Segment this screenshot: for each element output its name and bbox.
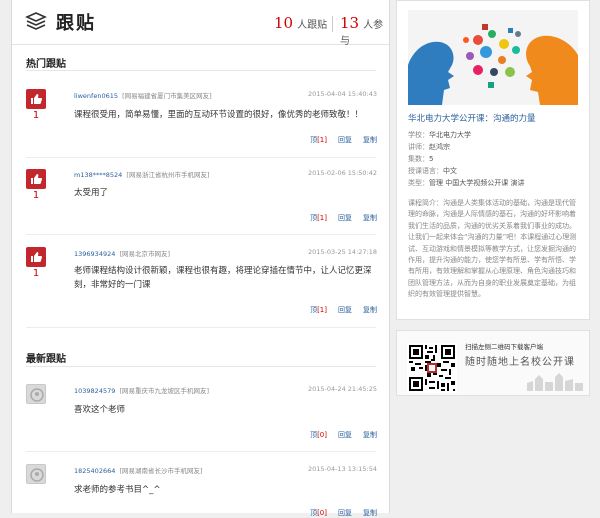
course-title[interactable]: 华北电力大学公开课：沟通的力量 (408, 112, 536, 124)
comment-text: 老师课程结构设计很新颖，课程也很有趣，将理论穿插在情节中，让人记忆更深刻，非常好… (74, 266, 372, 290)
user-avatar-icon (30, 388, 44, 402)
upvote-button[interactable]: 顶[1] (299, 136, 327, 144)
reply-button[interactable]: 回复 (338, 431, 352, 439)
thumbs-up-icon (31, 252, 43, 262)
like-button[interactable] (26, 89, 46, 109)
comment-text: 求老师的参考书目^_^ (74, 485, 161, 495)
app-slogan: 随时随地上名校公开课 (465, 357, 575, 368)
qr-instruction: 扫描左侧二维码下载客户端 (465, 343, 543, 351)
copy-button[interactable]: 复制 (363, 431, 377, 439)
course-info-card: 华北电力大学公开课：沟通的力量 学校：华北电力大学 讲师：赵鸿宗 集数：5 授课… (396, 0, 590, 320)
reply-button[interactable]: 回复 (338, 509, 352, 517)
like-count: 1 (32, 110, 40, 121)
comment-time: 2015-03-25 14:27:18 (307, 248, 377, 256)
course-category: 类型：管理 中国大学视频公开课 演讲 (408, 179, 525, 187)
divider (26, 366, 376, 367)
latest-comment: 1039824579 [网易重庆市九龙坡区手机网友] 2015-04-24 21… (12, 381, 389, 451)
hot-comments-title: 热门跟贴 (26, 59, 66, 70)
copy-button[interactable]: 复制 (363, 136, 377, 144)
user-avatar-icon (30, 468, 44, 482)
divider (332, 16, 333, 32)
upvote-button[interactable]: 顶[1] (299, 214, 327, 222)
comment-time: 2015-02-06 15:50:42 (307, 169, 377, 177)
comment-time: 2015-04-13 13:15:54 (307, 465, 377, 473)
comments-stack-icon (25, 12, 47, 30)
thumbs-up-icon (31, 174, 43, 184)
latest-comments-title: 最新跟贴 (26, 354, 66, 365)
upvote-button[interactable]: 顶[0] (299, 431, 327, 439)
participants-count: 10 人跟贴 (274, 14, 328, 32)
like-count: 1 (32, 268, 40, 279)
course-thumbnail[interactable] (408, 10, 578, 105)
qr-code (407, 343, 457, 393)
comment-actions: 顶[1] 回复 复制 (288, 305, 377, 315)
upvote-button[interactable]: 顶[1] (299, 306, 327, 314)
copy-button[interactable]: 复制 (363, 509, 377, 517)
reply-button[interactable]: 回复 (338, 306, 352, 314)
qr-code-icon (407, 343, 457, 393)
hot-comment: 1 1396934924 [网易北京市网友] 2015-03-25 14:27:… (12, 244, 389, 326)
comments-panel: 跟贴 10 人跟贴 13 人参与 热门跟贴 1 liwenfen0615 [网易福建… (11, 0, 390, 517)
upvote-button[interactable]: 顶[0] (299, 509, 327, 517)
comment-actions: 顶[1] 回复 复制 (288, 213, 377, 223)
comment-actions: 顶[0] 回复 复制 (288, 430, 377, 440)
course-episodes: 集数：5 (408, 155, 434, 163)
course-description: 课程简介：沟通是人类集体活动的基础，沟通是现代管理的命脉，沟通是人际情感的基石，… (408, 199, 577, 299)
comment-user[interactable]: liwenfen0615 [网易福建省厦门市集美区网友] (74, 90, 212, 100)
like-button[interactable] (26, 169, 46, 189)
divider (26, 157, 376, 158)
joined-count: 13 人参与 (340, 14, 384, 47)
page-title: 跟贴 (56, 13, 96, 34)
divider (26, 234, 376, 235)
comment-text: 喜欢这个老师 (74, 405, 126, 415)
comment-user[interactable]: 1039824579 [网易重庆市九龙坡区手机网友] (74, 385, 209, 395)
hot-comment: 1 liwenfen0615 [网易福建省厦门市集美区网友] 2015-04-0… (12, 86, 389, 158)
divider (26, 451, 376, 452)
avatar[interactable] (26, 384, 46, 404)
course-teacher: 讲师：赵鸿宗 (408, 143, 450, 151)
comment-user[interactable]: 1825402664 [网易湖南省长沙市手机网友] (74, 465, 203, 475)
reply-button[interactable]: 回复 (338, 136, 352, 144)
comment-time: 2015-04-04 15:40:43 (307, 90, 377, 98)
latest-comment: 1825402664 [网易湖南省长沙市手机网友] 2015-04-13 13:… (12, 461, 389, 517)
comment-user[interactable]: m138****8524 [网易浙江省杭州市手机网友] (74, 169, 210, 179)
landmark-illustration-icon (527, 373, 583, 391)
divider (26, 327, 376, 328)
comment-actions: 顶[1] 回复 复制 (288, 135, 377, 145)
course-image-icon (408, 10, 578, 105)
app-download-card: 扫描左侧二维码下载客户端 随时随地上名校公开课 (396, 330, 590, 396)
comment-text: 太受用了 (74, 188, 109, 198)
reply-button[interactable]: 回复 (338, 214, 352, 222)
comment-text: 课程很受用，简单易懂，里面的互动环节设置的很好，像优秀的老师致敬！！ (74, 110, 364, 120)
copy-button[interactable]: 复制 (363, 214, 377, 222)
comment-user[interactable]: 1396934924 [网易北京市网友] (74, 248, 170, 258)
hot-comment: 1 m138****8524 [网易浙江省杭州市手机网友] 2015-02-06… (12, 165, 389, 233)
copy-button[interactable]: 复制 (363, 306, 377, 314)
comment-actions: 顶[0] 回复 复制 (288, 508, 377, 518)
divider (26, 70, 376, 71)
avatar[interactable] (26, 464, 46, 484)
like-button[interactable] (26, 247, 46, 267)
comments-header: 跟贴 10 人跟贴 13 人参与 (12, 0, 389, 47)
course-school: 学校：华北电力大学 (408, 131, 471, 139)
comment-time: 2015-04-24 21:45:25 (307, 385, 377, 393)
like-count: 1 (32, 190, 40, 201)
course-language: 授课语言：中文 (408, 167, 457, 175)
thumbs-up-icon (31, 94, 43, 104)
